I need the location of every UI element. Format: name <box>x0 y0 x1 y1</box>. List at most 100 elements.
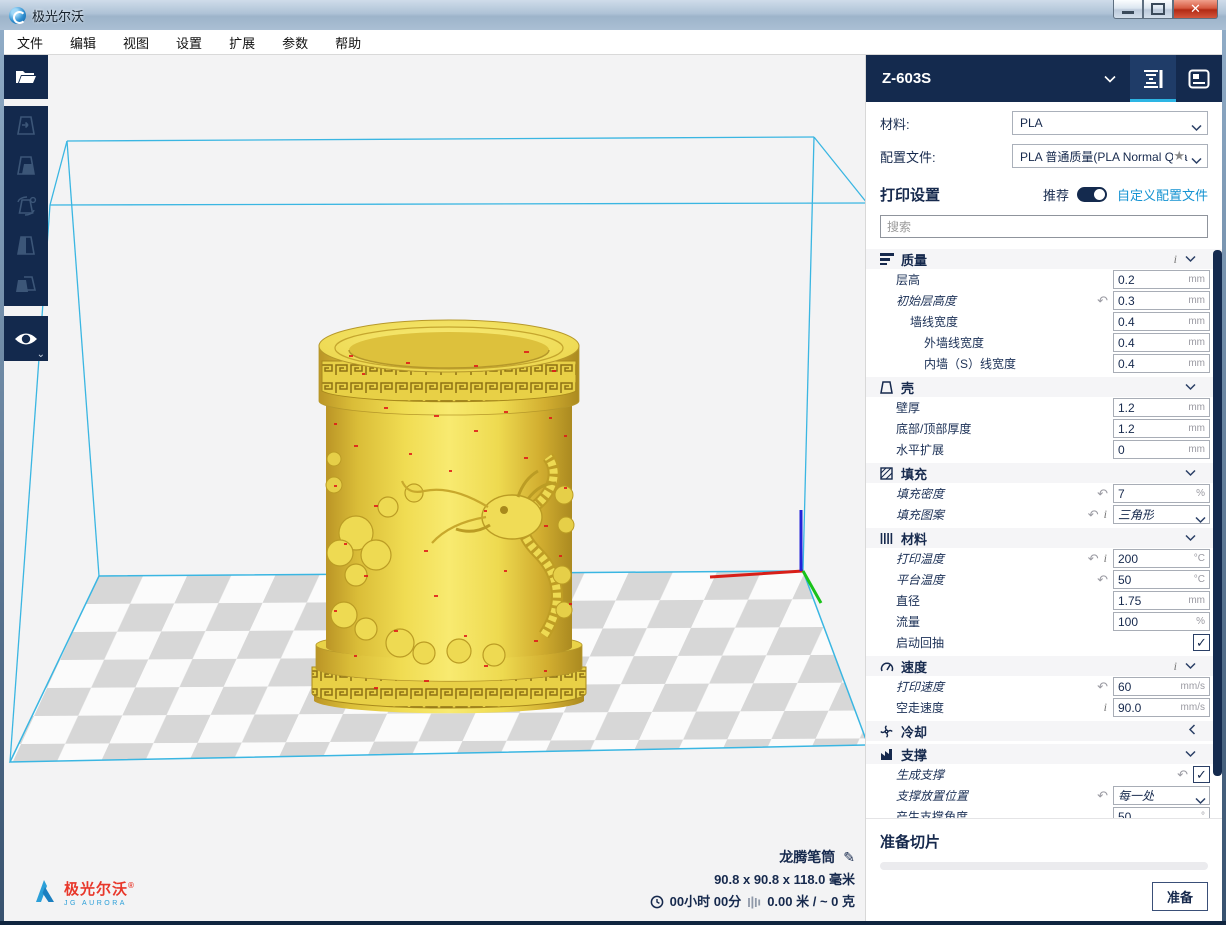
settings-list: 质量i层高0.2mm初始层高度↶0.3mm墙线宽度0.4mm外墙线宽度0.4mm… <box>866 246 1222 818</box>
section-header-4[interactable]: 速度i <box>866 656 1222 676</box>
section-header-6[interactable]: 支撑 <box>866 744 1222 764</box>
setting-input[interactable]: 50°C <box>1113 570 1210 589</box>
setting-row: 初始层高度↶0.3mm <box>866 290 1222 311</box>
printer-selector[interactable]: Z-603S <box>866 55 1104 102</box>
section-header-1[interactable]: 壳 <box>866 377 1222 397</box>
tab-monitor[interactable] <box>1176 55 1222 102</box>
setting-input[interactable]: 0.4mm <box>1113 312 1210 331</box>
chevron-down-icon[interactable] <box>1185 378 1196 396</box>
setting-input[interactable]: 0mm <box>1113 440 1210 459</box>
setting-input[interactable]: 0.2mm <box>1113 270 1210 289</box>
mirror-tool-icon[interactable] <box>15 234 37 258</box>
section-header-5[interactable]: 冷却 <box>866 721 1222 741</box>
setting-row: 壁厚1.2mm <box>866 397 1222 418</box>
reset-icon[interactable]: ↶ <box>1177 767 1188 783</box>
section-header-0[interactable]: 质量i <box>866 249 1222 269</box>
info-icon: i <box>1104 700 1107 715</box>
close-button[interactable]: ✕ <box>1173 0 1218 19</box>
chevron-down-icon[interactable] <box>1185 745 1196 763</box>
material-icon <box>880 532 895 545</box>
chevron-down-icon[interactable] <box>1185 250 1196 268</box>
setting-row: 层高0.2mm <box>866 269 1222 290</box>
menu-parameters[interactable]: 参数 <box>282 33 308 52</box>
cooling-icon <box>880 725 895 738</box>
info-icon: i <box>1174 659 1177 674</box>
setting-row: 打印温度↶i200°C <box>866 548 1222 569</box>
info-icon: i <box>1174 252 1177 267</box>
setting-input[interactable]: 100% <box>1113 612 1210 631</box>
setting-input[interactable]: 0.4mm <box>1113 333 1210 352</box>
menu-view[interactable]: 视图 <box>123 33 149 52</box>
model-name: 龙腾笔筒 <box>779 849 835 865</box>
setting-input[interactable]: 1.2mm <box>1113 419 1210 438</box>
slice-icon <box>1141 67 1165 91</box>
chevron-down-icon[interactable] <box>1185 529 1196 547</box>
setting-select[interactable]: 三角形 <box>1113 505 1210 524</box>
tool-group <box>4 106 48 306</box>
menu-help[interactable]: 帮助 <box>335 33 361 52</box>
setting-row: 流量100% <box>866 611 1222 632</box>
setting-checkbox[interactable]: ✓ <box>1193 766 1210 783</box>
print-settings-header: 打印设置 推荐 自定义配置文件 <box>866 184 1222 205</box>
setting-row: 产生支撑角度50° <box>866 806 1222 818</box>
chevron-down-icon[interactable] <box>1185 464 1196 482</box>
edit-name-icon[interactable]: ✎ <box>843 849 855 865</box>
scale-tool-icon[interactable] <box>15 154 37 178</box>
prepare-button[interactable]: 准备 <box>1152 882 1208 911</box>
per-model-settings-tool-icon[interactable] <box>14 274 38 298</box>
info-icon: i <box>1104 507 1107 522</box>
search-input[interactable]: 搜索 <box>880 215 1208 238</box>
minimize-button[interactable] <box>1113 0 1143 19</box>
move-tool-icon[interactable] <box>15 114 37 138</box>
chevron-left-icon[interactable] <box>1188 722 1196 740</box>
star-icon: ★ <box>1173 148 1185 164</box>
mode-toggle[interactable] <box>1077 187 1107 202</box>
chevron-down-icon[interactable] <box>1185 657 1196 675</box>
setting-select[interactable]: 每一处 <box>1113 786 1210 805</box>
setting-input[interactable]: 60mm/s <box>1113 677 1210 696</box>
setting-input[interactable]: 7% <box>1113 484 1210 503</box>
menu-file[interactable]: 文件 <box>17 33 43 52</box>
reset-icon[interactable]: ↶ <box>1088 551 1099 567</box>
setting-input[interactable]: 0.3mm <box>1113 291 1210 310</box>
setting-checkbox[interactable]: ✓ <box>1193 634 1210 651</box>
setting-row: 填充图案↶i三角形 <box>866 504 1222 525</box>
setting-input[interactable]: 200°C <box>1113 549 1210 568</box>
section-header-2[interactable]: 填充 <box>866 463 1222 483</box>
window-border <box>0 30 4 925</box>
reset-icon[interactable]: ↶ <box>1097 486 1108 502</box>
menu-bar: 文件 编辑 视图 设置 扩展 参数 帮助 <box>4 30 1222 55</box>
3d-viewport[interactable]: ⌄ 极光尔沃® JG AURORA 龙腾笔筒✎ 90.8 x 90.8 x 11… <box>4 55 865 921</box>
rotate-tool-icon[interactable] <box>15 194 37 218</box>
tab-prepare-slice[interactable] <box>1130 55 1176 102</box>
clock-icon <box>650 895 664 909</box>
custom-profile-link[interactable]: 自定义配置文件 <box>1117 185 1208 204</box>
model-dragon-pen-holder[interactable] <box>312 320 586 713</box>
maximize-button[interactable] <box>1143 0 1173 19</box>
reset-icon[interactable]: ↶ <box>1097 572 1108 588</box>
reset-icon[interactable]: ↶ <box>1088 507 1099 523</box>
setting-row: 外墙线宽度0.4mm <box>866 332 1222 353</box>
reset-icon[interactable]: ↶ <box>1097 788 1108 804</box>
setting-input[interactable]: 1.75mm <box>1113 591 1210 610</box>
menu-extensions[interactable]: 扩展 <box>229 33 255 52</box>
chevron-down-icon <box>1195 792 1206 810</box>
menu-settings[interactable]: 设置 <box>176 33 202 52</box>
open-file-button[interactable] <box>4 55 48 99</box>
prepare-slice-title: 准备切片 <box>880 831 1208 852</box>
setting-input[interactable]: 0.4mm <box>1113 354 1210 373</box>
chevron-down-icon <box>1195 511 1206 529</box>
reset-icon[interactable]: ↶ <box>1097 679 1108 695</box>
scrollbar[interactable] <box>1213 250 1222 776</box>
menu-edit[interactable]: 编辑 <box>70 33 96 52</box>
title-bar[interactable]: 极光尔沃 ✕ <box>0 0 1226 30</box>
reset-icon[interactable]: ↶ <box>1097 293 1108 309</box>
setting-input[interactable]: 90.0mm/s <box>1113 698 1210 717</box>
view-mode-button[interactable]: ⌄ <box>4 316 48 361</box>
section-header-3[interactable]: 材料 <box>866 528 1222 548</box>
chevron-down-icon[interactable] <box>1104 55 1130 102</box>
material-dropdown[interactable]: PLA <box>1012 111 1208 135</box>
setting-input[interactable]: 1.2mm <box>1113 398 1210 417</box>
profile-dropdown[interactable]: PLA 普通质量(PLA Normal Qua ★ <box>1012 144 1208 168</box>
setting-row: 水平扩展0mm <box>866 439 1222 460</box>
